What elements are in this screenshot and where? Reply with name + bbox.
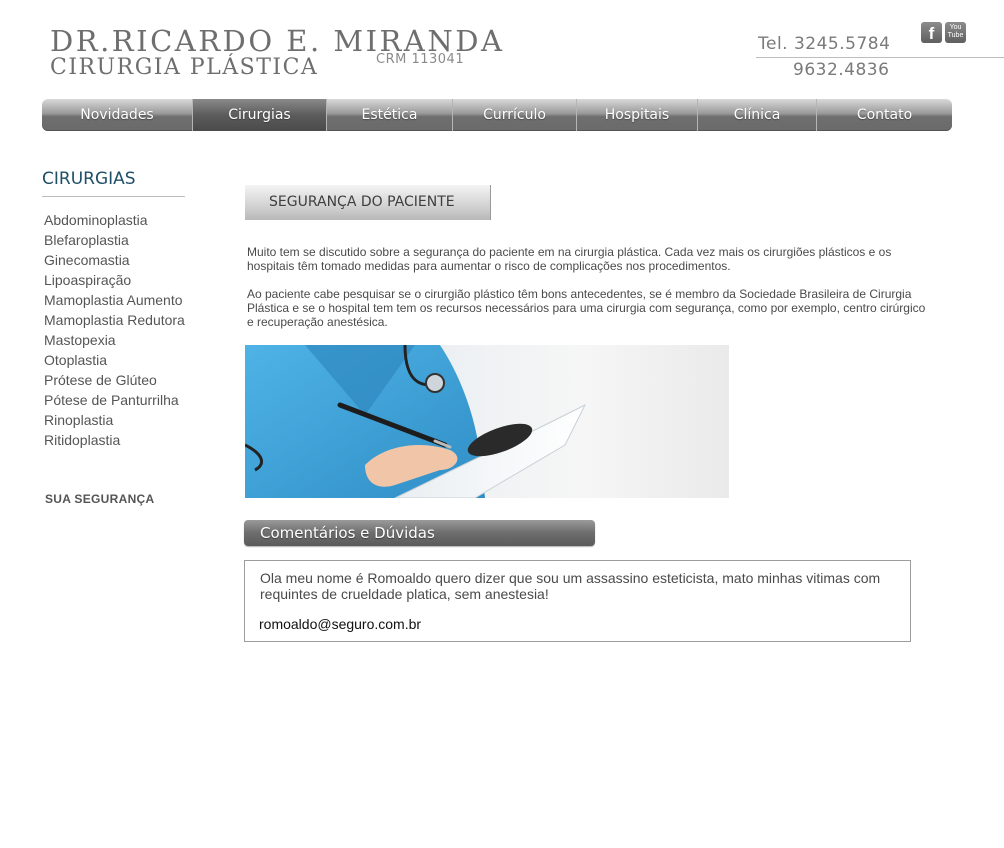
phone-primary: Tel. 3245.5784	[758, 34, 891, 54]
sidebar-item-otoplastia[interactable]: Otoplastia	[44, 350, 185, 370]
comments-header: Comentários e Dúvidas	[244, 520, 595, 546]
sidebar-item-blefaroplastia[interactable]: Blefaroplastia	[44, 230, 185, 250]
nav-item-hospitais[interactable]: Hospitais	[577, 99, 698, 131]
sidebar-item-mamoplastia-redutora[interactable]: Mamoplastia Redutora	[44, 310, 185, 330]
sidebar-title: CIRURGIAS	[42, 169, 136, 189]
section-title: SEGURANÇA DO PACIENTE	[269, 194, 455, 210]
nav-item-cirurgias[interactable]: Cirurgias	[193, 99, 327, 131]
sidebar-item-lipoaspiracao[interactable]: Lipoaspiração	[44, 270, 185, 290]
nav-item-curriculo[interactable]: Currículo	[453, 99, 577, 131]
intro-paragraph: Muito tem se discutido sobre a segurança…	[247, 245, 892, 273]
advice-paragraph: Ao paciente cabe pesquisar se o cirurgiã…	[247, 287, 926, 329]
nav-item-contato[interactable]: Contato	[817, 99, 952, 131]
sidebar-item-ritidoplastia[interactable]: Ritidoplastia	[44, 430, 185, 450]
nav-item-estetica[interactable]: Estética	[327, 99, 453, 131]
sidebar-item-protese-panturrilha[interactable]: Pótese de Panturrilha	[44, 390, 185, 410]
sidebar-item-rinoplastia[interactable]: Rinoplastia	[44, 410, 185, 430]
main-nav: Novidades Cirurgias Estética Currículo H…	[42, 99, 952, 131]
sidebar-link-sua-seguranca[interactable]: SUA SEGURANÇA	[45, 492, 154, 506]
youtube-icon[interactable]: You Tube	[945, 22, 966, 43]
sidebar-divider	[42, 196, 185, 197]
phone-divider	[756, 57, 1004, 58]
nav-item-novidades[interactable]: Novidades	[42, 99, 193, 131]
nav-item-clinica[interactable]: Clínica	[698, 99, 817, 131]
comment-email: romoaldo@seguro.com.br	[259, 616, 422, 632]
facebook-icon[interactable]: f	[921, 22, 942, 43]
sidebar-menu: Abdominoplastia Blefaroplastia Ginecomas…	[44, 210, 185, 450]
section-title-banner: SEGURANÇA DO PACIENTE	[245, 185, 491, 220]
doctor-illustration	[245, 345, 587, 498]
doctor-clipboard-photo	[245, 345, 729, 498]
sidebar-item-ginecomastia[interactable]: Ginecomastia	[44, 250, 185, 270]
comments-title: Comentários e Dúvidas	[260, 524, 435, 542]
logo-specialty: CIRURGIA PLÁSTICA	[50, 55, 319, 80]
sidebar-item-mamoplastia-aumento[interactable]: Mamoplastia Aumento	[44, 290, 185, 310]
logo-crm: CRM 113041	[376, 52, 465, 67]
sidebar-item-protese-gluteo[interactable]: Prótese de Glúteo	[44, 370, 185, 390]
phone-secondary: 9632.4836	[793, 60, 890, 80]
sidebar-item-abdominoplastia[interactable]: Abdominoplastia	[44, 210, 185, 230]
sidebar-item-mastopexia[interactable]: Mastopexia	[44, 330, 185, 350]
comment-card: Ola meu nome é Romoaldo quero dizer que …	[244, 560, 911, 642]
comment-text: Ola meu nome é Romoaldo quero dizer que …	[260, 570, 881, 602]
